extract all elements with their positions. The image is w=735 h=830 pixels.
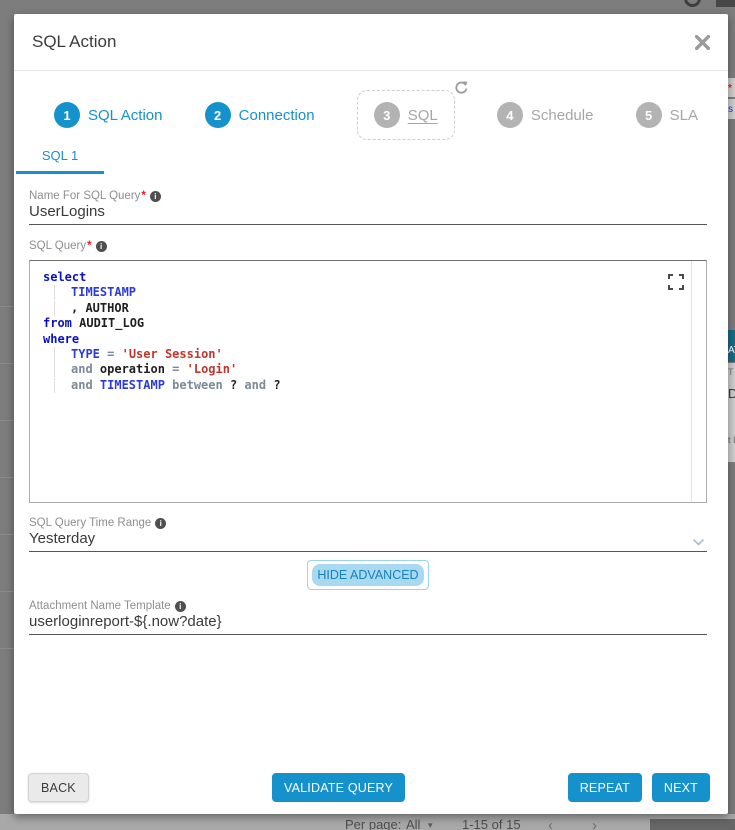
- background-right-strip: * s AT T DA t I: [728, 14, 735, 814]
- code-line: from AUDIT_LOG: [43, 316, 706, 331]
- name-field-label-row: Name For SQL Query* i: [29, 190, 707, 202]
- code-line: select: [43, 270, 706, 285]
- sql-query-editor[interactable]: selectTIMESTAMP, AUTHORfrom AUDIT_LOGwhe…: [29, 260, 707, 503]
- background-panel-fragment: T DA t I: [728, 363, 735, 462]
- close-icon[interactable]: [695, 35, 710, 50]
- refresh-icon[interactable]: [453, 79, 469, 100]
- query-field-label-row: SQL Query* i: [29, 240, 707, 252]
- background-pagination-bar: Per page: All ▾ 1-15 of 15 ‹ ›: [0, 814, 735, 830]
- step-2-connection[interactable]: 2 Connection: [205, 102, 315, 128]
- sql-action-modal: SQL Action 1 SQL Action 2 Connection 3 SQL 4 Sc…: [14, 14, 728, 814]
- step-number-badge: 1: [54, 102, 80, 128]
- step-5-sla: 5 SLA: [636, 102, 698, 128]
- tab-sql-1[interactable]: SQL 1: [16, 141, 104, 174]
- code-line: and operation = 'Login': [43, 362, 706, 377]
- time-range-label-row: SQL Query Time Range i: [29, 517, 707, 529]
- sql-code[interactable]: selectTIMESTAMP, AUTHORfrom AUDIT_LOGwhe…: [30, 261, 706, 393]
- per-page-dropdown-arrow-icon[interactable]: ▾: [428, 820, 433, 830]
- step-3-sql: 3 SQL: [374, 102, 438, 128]
- background-bottom-text: t I: [728, 435, 735, 445]
- background-da-text: DA: [728, 386, 735, 401]
- step-1-sql-action[interactable]: 1 SQL Action: [54, 102, 163, 128]
- code-line: , AUTHOR: [43, 301, 706, 316]
- step-number-badge: 3: [374, 102, 400, 128]
- step-label: Schedule: [531, 107, 594, 124]
- hide-advanced-label: HIDE ADVANCED: [312, 564, 423, 586]
- background-search-icon: [684, 0, 701, 7]
- step-number-badge: 2: [205, 102, 231, 128]
- per-page-select[interactable]: All: [406, 817, 420, 830]
- step-label: SQL: [408, 107, 438, 124]
- attachment-name-input[interactable]: userloginreport-${.now?date}: [29, 613, 707, 635]
- required-asterisk: *: [728, 83, 732, 94]
- step-highlight-box: 3 SQL: [357, 90, 455, 140]
- info-icon[interactable]: i: [150, 191, 161, 202]
- background-button-fragment: AT: [728, 330, 735, 362]
- query-field-label: SQL Query: [29, 240, 86, 252]
- modal-header: SQL Action: [14, 14, 728, 71]
- repeat-button[interactable]: REPEAT: [568, 773, 642, 802]
- background-dark-block: [650, 819, 735, 830]
- step-label: SLA: [670, 107, 698, 124]
- background-link-text: s: [728, 104, 733, 115]
- attachment-label: Attachment Name Template: [29, 600, 171, 612]
- required-asterisk: *: [87, 240, 91, 252]
- validate-query-button[interactable]: VALIDATE QUERY: [272, 773, 405, 802]
- modal-footer: BACK VALIDATE QUERY REPEAT NEXT: [14, 773, 728, 802]
- background-link-row: s: [728, 99, 735, 119]
- per-page-label: Per page:: [345, 817, 401, 830]
- editor-scrollbar-gutter: [691, 261, 692, 502]
- name-field-input[interactable]: UserLogins: [29, 203, 707, 225]
- background-corner-block: [716, 0, 735, 7]
- time-range-select[interactable]: Yesterday: [29, 530, 707, 552]
- info-icon[interactable]: i: [96, 241, 107, 252]
- fullscreen-expand-icon[interactable]: [668, 274, 684, 293]
- step-number-badge: 5: [636, 102, 662, 128]
- code-line: and TIMESTAMP between ? and ?: [43, 378, 706, 393]
- code-line: TYPE = 'User Session': [43, 347, 706, 362]
- pagination-next-icon[interactable]: ›: [592, 817, 597, 830]
- background-button-text: AT: [728, 345, 735, 356]
- background-required-row: *: [728, 78, 735, 97]
- step-number-badge: 4: [497, 102, 523, 128]
- hide-advanced-button[interactable]: HIDE ADVANCED: [307, 560, 428, 590]
- pagination-prev-icon[interactable]: ‹: [548, 817, 553, 830]
- form-content: Name For SQL Query*i UserLogins SQL Quer…: [14, 190, 728, 635]
- modal-title: SQL Action: [32, 32, 116, 52]
- background-top-strip: [0, 0, 735, 14]
- back-button[interactable]: BACK: [28, 773, 89, 802]
- code-line: TIMESTAMP: [43, 285, 706, 300]
- time-range-label: SQL Query Time Range: [29, 517, 151, 529]
- code-line: where: [43, 332, 706, 347]
- background-left-strip: [0, 250, 14, 670]
- stepper: 1 SQL Action 2 Connection 3 SQL 4 Schedule 5 SLA: [14, 91, 728, 139]
- attachment-label-row: Attachment Name Template i: [29, 600, 707, 612]
- advanced-toggle-row: HIDE ADVANCED: [29, 560, 707, 590]
- step-label: Connection: [239, 107, 315, 124]
- info-icon[interactable]: i: [175, 601, 186, 612]
- background-small-text: T: [728, 367, 734, 377]
- time-range-value: Yesterday: [29, 530, 95, 547]
- info-icon[interactable]: i: [155, 518, 166, 529]
- next-button[interactable]: NEXT: [652, 773, 710, 802]
- step-4-schedule: 4 Schedule: [497, 102, 594, 128]
- name-field-label: Name For SQL Query: [29, 190, 140, 202]
- required-asterisk: *: [141, 190, 145, 202]
- pagination-range: 1-15 of 15: [462, 817, 521, 830]
- step-label: SQL Action: [88, 107, 163, 124]
- chevron-down-icon[interactable]: [692, 534, 705, 551]
